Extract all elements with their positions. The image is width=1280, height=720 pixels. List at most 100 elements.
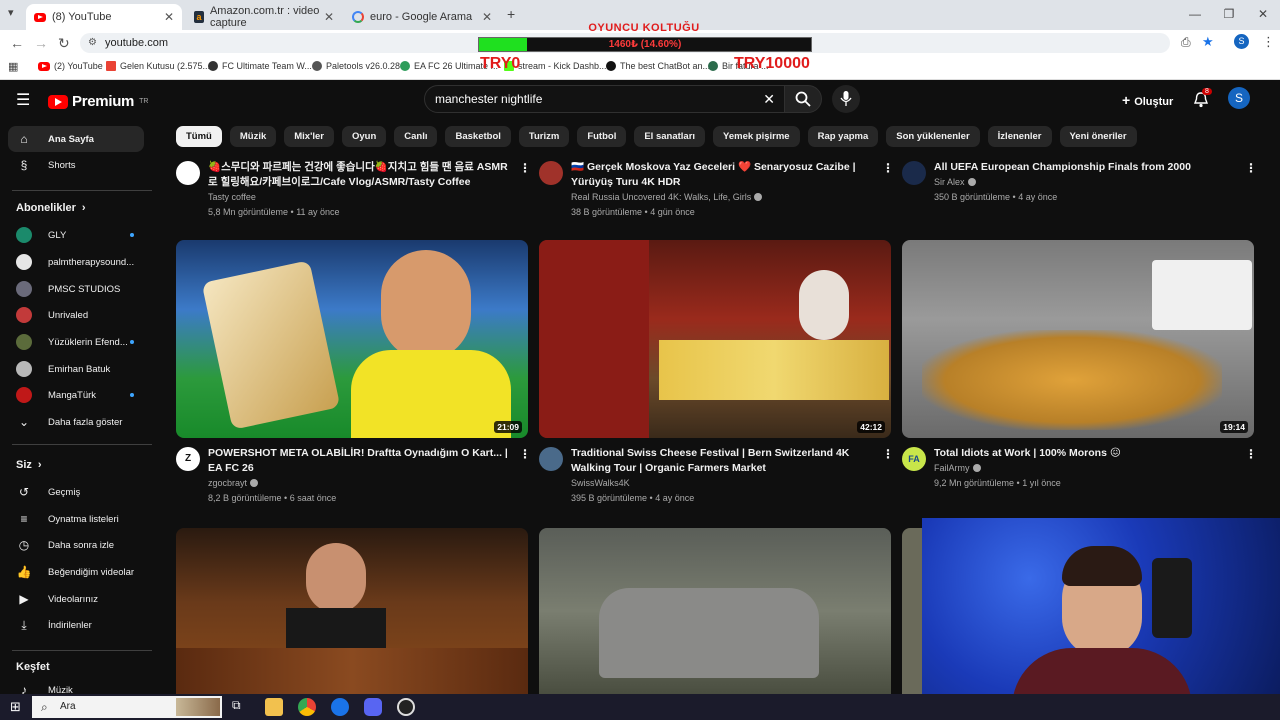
apps-grid-icon[interactable]: ▦ <box>8 60 18 73</box>
hamburger-menu-icon[interactable]: ☰ <box>16 90 30 110</box>
tab-amazon[interactable]: a Amazon.com.tr : video capture ✕ <box>186 4 342 30</box>
site-info-icon[interactable]: ⚙ <box>88 33 97 53</box>
subscriptions-header[interactable]: Abonelikler › <box>16 202 86 214</box>
search-button[interactable] <box>784 85 822 113</box>
bookmark-item[interactable]: (2) YouTube <box>38 61 103 71</box>
sidebar-item-watch-later[interactable]: ◷ Daha sonra izle <box>8 532 144 558</box>
video-title[interactable]: 🍓스무디와 파르페는 건강에 좋습니다🍓지치고 힘들 땐 음료 ASMR로 힐링… <box>208 160 508 190</box>
sidebar-sub-item[interactable]: Unrivaled <box>8 302 144 328</box>
video-channel-row[interactable]: FailArmy <box>934 461 981 476</box>
filter-chip[interactable]: Yeni öneriler <box>1059 126 1137 147</box>
sidebar-item-playlists[interactable]: ≡ Oynatma listeleri <box>8 506 144 532</box>
sidebar-item-your-videos[interactable]: ▶ Videolarınız <box>8 586 144 612</box>
restore-icon[interactable]: ❐ <box>1212 0 1246 28</box>
tab-list-icon[interactable]: ▾ <box>8 6 14 19</box>
notifications-button[interactable]: 8 <box>1193 88 1212 113</box>
close-window-icon[interactable]: ✕ <box>1246 0 1280 28</box>
filter-chip[interactable]: Rap yapma <box>807 126 879 147</box>
video-options-icon[interactable]: ⋮ <box>519 161 531 175</box>
sidebar-item-liked[interactable]: 👍 Beğendiğim videolar <box>8 559 144 585</box>
filter-chip[interactable]: Oyun <box>341 126 387 147</box>
close-tab-icon[interactable]: ✕ <box>324 10 334 24</box>
sidebar-sub-item[interactable]: Emirhan Batuk <box>8 356 144 382</box>
filter-chip[interactable]: Futbol <box>577 126 627 147</box>
video-channel-row[interactable]: Real Russia Uncovered 4K: Walks, Life, G… <box>571 190 763 205</box>
filter-chip[interactable]: Son yüklenenler <box>886 126 980 147</box>
sidebar-item-history[interactable]: ↺ Geçmiş <box>8 479 144 505</box>
minimize-icon[interactable]: — <box>1178 0 1212 28</box>
filter-chip[interactable]: Basketbol <box>445 126 511 147</box>
video-thumbnail[interactable]: 19:14 <box>902 240 1254 438</box>
obs-icon[interactable] <box>397 698 415 716</box>
sidebar-sub-item[interactable]: Yüzüklerin Efend... <box>8 329 144 355</box>
filter-chip[interactable]: Yemek pişirme <box>713 126 800 147</box>
task-view-icon[interactable]: ⧉ <box>232 698 250 716</box>
filter-chip[interactable]: Mix'ler <box>284 126 334 147</box>
reload-icon[interactable]: ↻ <box>58 35 70 52</box>
filter-chip[interactable]: Tümü <box>176 126 222 147</box>
windows-start-icon[interactable]: ⊞ <box>10 699 21 715</box>
video-thumbnail[interactable] <box>176 528 528 694</box>
video-options-icon[interactable]: ⋮ <box>519 447 531 461</box>
file-explorer-icon[interactable] <box>265 698 283 716</box>
channel-avatar[interactable]: FA <box>902 447 926 471</box>
video-options-icon[interactable]: ⋮ <box>1245 447 1257 461</box>
video-channel-row[interactable]: Sir Alex <box>934 175 976 190</box>
video-channel-row[interactable]: zgocbrayt <box>208 476 259 491</box>
bookmark-item[interactable]: The best ChatBot an... <box>606 61 710 71</box>
bookmark-item[interactable]: FC Ultimate Team W... <box>208 61 312 71</box>
show-more-button[interactable]: ⌄ Daha fazla göster <box>8 409 144 435</box>
new-tab-button[interactable]: + <box>507 6 515 22</box>
chrome-icon[interactable] <box>298 698 316 716</box>
video-title[interactable]: Total Idiots at Work | 100% Morons 😖 <box>934 446 1224 461</box>
video-channel[interactable]: Tasty coffee <box>208 190 256 205</box>
close-tab-icon[interactable]: ✕ <box>164 10 174 24</box>
voice-search-button[interactable] <box>832 85 860 113</box>
back-icon[interactable]: ← <box>10 35 24 51</box>
video-thumbnail[interactable]: 42:12 <box>539 240 891 438</box>
sidebar-sub-item[interactable]: GLY <box>8 222 144 248</box>
close-tab-icon[interactable]: ✕ <box>482 10 492 24</box>
sidebar-item-home[interactable]: ⌂ Ana Sayfa <box>8 126 144 152</box>
filter-chip[interactable]: El sanatları <box>634 126 706 147</box>
video-thumbnail[interactable]: 21:09 <box>176 240 528 438</box>
sidebar-item-downloads[interactable]: ⤓ İndirilenler <box>8 612 144 638</box>
app-icon[interactable] <box>331 698 349 716</box>
menu-kebab-icon[interactable]: ⋮ <box>1262 34 1275 50</box>
install-app-icon[interactable]: ⎙ <box>1181 35 1191 50</box>
sidebar-sub-item[interactable]: MangaTürk <box>8 382 144 408</box>
profile-avatar-icon[interactable]: S <box>1234 34 1249 49</box>
youtube-logo[interactable]: Premium TR <box>48 93 148 110</box>
bookmark-item[interactable]: Paletools v26.0.28 <box>312 61 400 71</box>
video-thumbnail[interactable] <box>539 528 891 694</box>
filter-chip[interactable]: Müzik <box>229 126 277 147</box>
discord-icon[interactable] <box>364 698 382 716</box>
sidebar-item-shorts[interactable]: § Shorts <box>8 152 144 178</box>
video-channel[interactable]: SwissWalks4K <box>571 476 630 491</box>
filter-chip[interactable]: Canlı <box>394 126 438 147</box>
video-title[interactable]: All UEFA European Championship Finals fr… <box>934 160 1224 175</box>
video-title[interactable]: 🇷🇺 Gerçek Moskova Yaz Geceleri ❤️ Senary… <box>571 160 861 190</box>
channel-avatar[interactable] <box>539 447 563 471</box>
taskbar-search[interactable]: ⌕ Ara <box>32 696 222 718</box>
tab-google[interactable]: euro - Google Arama ✕ <box>344 4 500 30</box>
bookmark-item[interactable]: Gelen Kutusu (2.575... <box>106 61 210 71</box>
sidebar-sub-item[interactable]: PMSC STUDIOS <box>8 276 144 302</box>
video-title[interactable]: POWERSHOT META OLABİLİR! Draftta Oynadığ… <box>208 446 508 476</box>
channel-avatar[interactable]: Z <box>176 447 200 471</box>
forward-icon[interactable]: → <box>34 35 48 51</box>
filter-chip[interactable]: İzlenenler <box>987 126 1052 147</box>
video-options-icon[interactable]: ⋮ <box>882 447 894 461</box>
video-options-icon[interactable]: ⋮ <box>1245 161 1257 175</box>
bookmark-star-icon[interactable]: ★ <box>1202 34 1214 50</box>
sidebar-sub-item[interactable]: palmtherapysound... <box>8 249 144 275</box>
video-options-icon[interactable]: ⋮ <box>882 161 894 175</box>
account-avatar[interactable]: S <box>1228 87 1250 109</box>
filter-chip[interactable]: Turizm <box>518 126 570 147</box>
search-input[interactable]: manchester nightlife ✕ <box>424 85 786 113</box>
channel-avatar[interactable] <box>176 161 200 185</box>
clear-search-icon[interactable]: ✕ <box>763 86 775 112</box>
channel-avatar[interactable] <box>902 161 926 185</box>
channel-avatar[interactable] <box>539 161 563 185</box>
tab-youtube[interactable]: (8) YouTube ✕ <box>26 4 182 30</box>
